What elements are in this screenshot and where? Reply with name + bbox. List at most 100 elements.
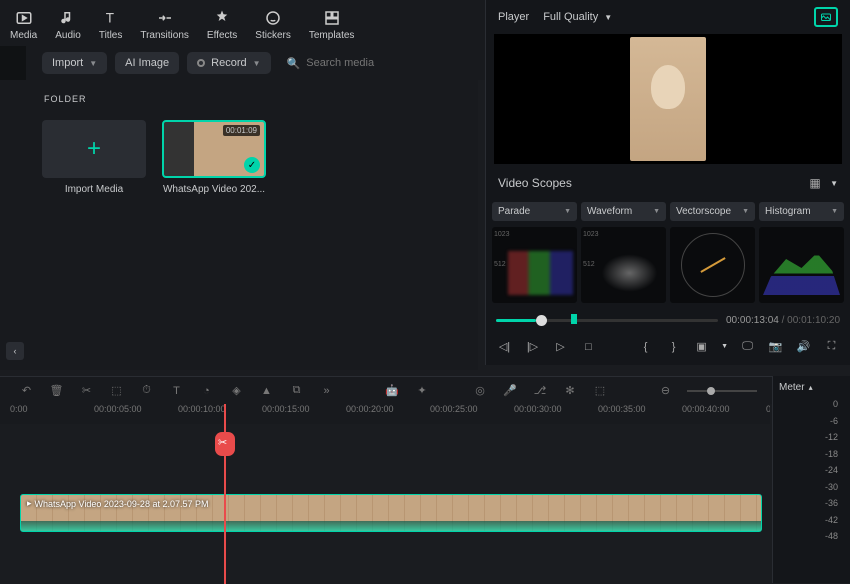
time-current: 00:00:13:04	[726, 315, 779, 326]
scopes-layout-button[interactable]: ▦	[804, 172, 826, 194]
tab-stickers[interactable]: Stickers	[255, 9, 291, 41]
media-panel: FOLDER + Import Media 00:01:09 ✓ WhatsAp…	[0, 80, 478, 370]
mark-out-button[interactable]: }	[665, 338, 682, 355]
timeline-ruler[interactable]: 0:00 00:00:05:00 00:00:10:00 00:00:15:00…	[0, 404, 770, 424]
scope-parade[interactable]: Parade▼	[492, 202, 577, 221]
import-label: Import	[52, 57, 83, 69]
parade-viz: 1023512	[492, 227, 577, 303]
mic-button[interactable]: 🎤	[502, 382, 519, 399]
text-button[interactable]: T	[168, 382, 185, 399]
marker-button[interactable]: ✻	[562, 382, 579, 399]
plus-icon: +	[87, 135, 101, 163]
ai-image-button[interactable]: AI Image	[115, 52, 179, 74]
ruler-tick: 00:00:30:00	[514, 404, 598, 424]
timeline-toolbar: ↶ 🗑 ✂ ⬚ ⏱ T ◔ ◈ ▲ ⧉ » 🤖 ✦ ◎ 🎤 ⎇ ✻ ⬚ ⊖ ⊕ …	[0, 376, 850, 404]
ai-image-label: AI Image	[125, 57, 169, 69]
import-media-label: Import Media	[42, 184, 146, 195]
quality-select[interactable]: Full Quality▼	[543, 11, 612, 23]
meter-tick: -24	[825, 465, 838, 475]
svg-text:T: T	[105, 11, 113, 26]
undo-button[interactable]: ↶	[18, 382, 35, 399]
video-track-clip[interactable]: ▸WhatsApp Video 2023-09-28 at 2.07.57 PM	[20, 494, 762, 532]
delete-button[interactable]: 🗑	[48, 382, 65, 399]
media-clip[interactable]: 00:01:09 ✓ WhatsApp Video 202...	[162, 120, 266, 195]
scope-histogram[interactable]: Histogram▼	[759, 202, 844, 221]
tab-media[interactable]: Media	[10, 9, 37, 41]
ruler-tick: 00:00:40:00	[682, 404, 766, 424]
more-tools-button[interactable]: »	[318, 382, 335, 399]
meter-tick: -36	[825, 498, 838, 508]
tab-transitions-label: Transitions	[140, 30, 189, 41]
chevron-down-icon: ▼	[830, 179, 838, 188]
cut-button[interactable]: ✂	[78, 382, 95, 399]
prev-frame-button[interactable]: ◁|	[496, 338, 513, 355]
camera-button[interactable]: 📷	[767, 338, 784, 355]
histogram-viz	[759, 227, 844, 303]
tab-audio[interactable]: Audio	[55, 9, 81, 41]
group-button[interactable]: ⧉	[288, 382, 305, 399]
video-preview[interactable]	[494, 34, 842, 164]
ruler-tick: 00:00:15:00	[262, 404, 346, 424]
ai-button[interactable]: 🤖	[384, 382, 401, 399]
keyframe-button[interactable]: ◈	[228, 382, 245, 399]
zoom-out-button[interactable]: ⊖	[657, 382, 674, 399]
import-media-card[interactable]: + Import Media	[42, 120, 146, 195]
next-frame-button[interactable]: |▷	[524, 338, 541, 355]
chevron-down-icon: ▼	[604, 13, 612, 22]
chevron-left-icon: ‹	[14, 346, 17, 356]
speed-button[interactable]: ⏱	[138, 382, 155, 399]
marker[interactable]	[571, 314, 577, 324]
tab-effects-label: Effects	[207, 30, 237, 41]
link-button[interactable]: ⬚	[592, 382, 609, 399]
play-button[interactable]: ▷	[552, 338, 569, 355]
collapse-panel-button[interactable]: ‹	[6, 342, 24, 360]
tab-titles[interactable]: TTitles	[99, 9, 123, 41]
clip-duration: 00:01:09	[223, 125, 260, 136]
transitions-icon	[156, 9, 174, 27]
enhance-button[interactable]: ✦	[414, 382, 431, 399]
record-button[interactable]: Record▼	[187, 52, 270, 74]
mask-button[interactable]: ▲	[258, 382, 275, 399]
record-icon	[197, 59, 205, 67]
import-button[interactable]: Import▼	[42, 52, 107, 74]
stickers-icon	[264, 9, 282, 27]
meter-tick: -6	[830, 416, 838, 426]
fullscreen-button[interactable]: ⛶	[823, 338, 840, 355]
tab-transitions[interactable]: Transitions	[140, 9, 189, 41]
shield-button[interactable]: ◎	[472, 382, 489, 399]
chevron-up-icon[interactable]: ▴	[809, 383, 813, 392]
display-button[interactable]: 🖵	[739, 338, 756, 355]
scope-vectorscope[interactable]: Vectorscope▼	[670, 202, 755, 221]
effects-icon	[213, 9, 231, 27]
meter-tick: -42	[825, 515, 838, 525]
ruler-tick: 00:00:35:00	[598, 404, 682, 424]
crop-tool-button[interactable]: ⬚	[108, 382, 125, 399]
zoom-slider[interactable]	[687, 390, 757, 392]
scopes-title: Video Scopes	[498, 176, 572, 190]
meter-tick: 0	[833, 399, 838, 409]
chevron-down-icon: ▼	[653, 208, 660, 215]
chevron-down-icon: ▼	[564, 208, 571, 215]
meter-tick: -48	[825, 531, 838, 541]
scope-waveform[interactable]: Waveform▼	[581, 202, 666, 221]
tab-effects[interactable]: Effects	[207, 9, 237, 41]
player-panel: Player Full Quality▼ Video Scopes ▦ ▼ Pa…	[485, 0, 850, 365]
progress-bar[interactable]	[496, 319, 718, 322]
stop-button[interactable]: □	[580, 338, 597, 355]
ruler-tick: 00:00:05:00	[94, 404, 178, 424]
snapshot-button[interactable]	[814, 7, 838, 27]
templates-icon	[323, 9, 341, 27]
volume-button[interactable]: 🔊	[795, 338, 812, 355]
color-button[interactable]: ◔	[198, 382, 215, 399]
playhead[interactable]	[224, 404, 226, 584]
check-icon: ✓	[244, 157, 260, 173]
time-total: 00:01:10:20	[787, 315, 840, 326]
tab-templates[interactable]: Templates	[309, 9, 355, 41]
mixer-button[interactable]: ⎇	[532, 382, 549, 399]
mark-in-button[interactable]: {	[637, 338, 654, 355]
crop-button[interactable]: ▣	[693, 338, 710, 355]
clip-icon: ▸	[27, 498, 32, 509]
audio-meter-panel: Meter▴ 0 -6 -12 -18 -24 -30 -36 -42 -48	[772, 376, 850, 583]
vectorscope-label: Vectorscope	[676, 206, 731, 217]
histogram-label: Histogram	[765, 206, 811, 217]
